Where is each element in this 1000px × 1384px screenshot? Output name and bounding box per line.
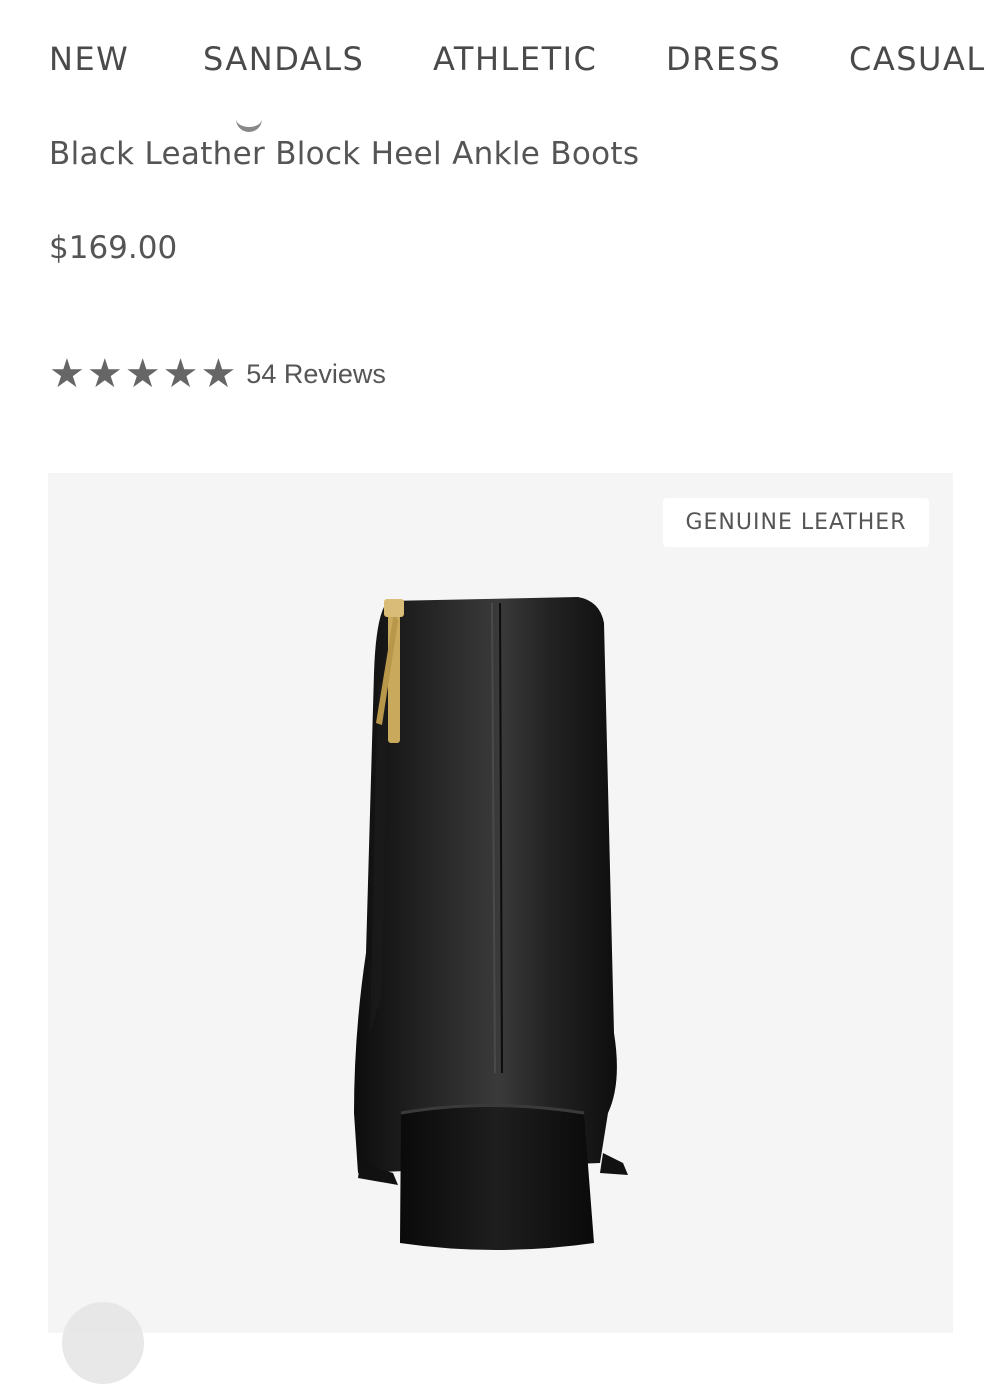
boot-image <box>354 597 628 1250</box>
carousel-indicator[interactable] <box>62 1302 144 1384</box>
nav-item-casual[interactable]: CASUAL <box>849 40 986 78</box>
rating-summary[interactable]: ★ ★ ★ ★ ★ 54 Reviews <box>49 352 386 396</box>
reviews-link[interactable]: 54 Reviews <box>246 359 386 390</box>
star-icon: ★ <box>162 351 199 397</box>
nav-item-new[interactable]: NEW <box>49 40 129 78</box>
product-image[interactable]: GENUINE LEATHER <box>48 473 953 1333</box>
product-price: $169.00 <box>49 230 178 266</box>
nav-item-dress[interactable]: DRESS <box>666 40 781 78</box>
star-icon: ★ <box>86 351 123 397</box>
rating-stars: ★ ★ ★ ★ ★ <box>49 352 236 396</box>
nav-item-sandals[interactable]: SANDALS <box>203 40 364 78</box>
category-nav: NEW SANDALS ATHLETIC DRESS CASUAL <box>0 0 1000 120</box>
genuine-leather-badge: GENUINE LEATHER <box>663 498 929 547</box>
star-icon: ★ <box>49 351 85 397</box>
product-subtitle: Black Leather Block Heel Ankle Boots <box>49 136 640 172</box>
star-icon: ★ <box>124 351 161 397</box>
star-icon: ★ <box>200 351 237 397</box>
nav-item-athletic[interactable]: ATHLETIC <box>433 40 597 78</box>
scrolled-title-fragment <box>236 118 262 132</box>
